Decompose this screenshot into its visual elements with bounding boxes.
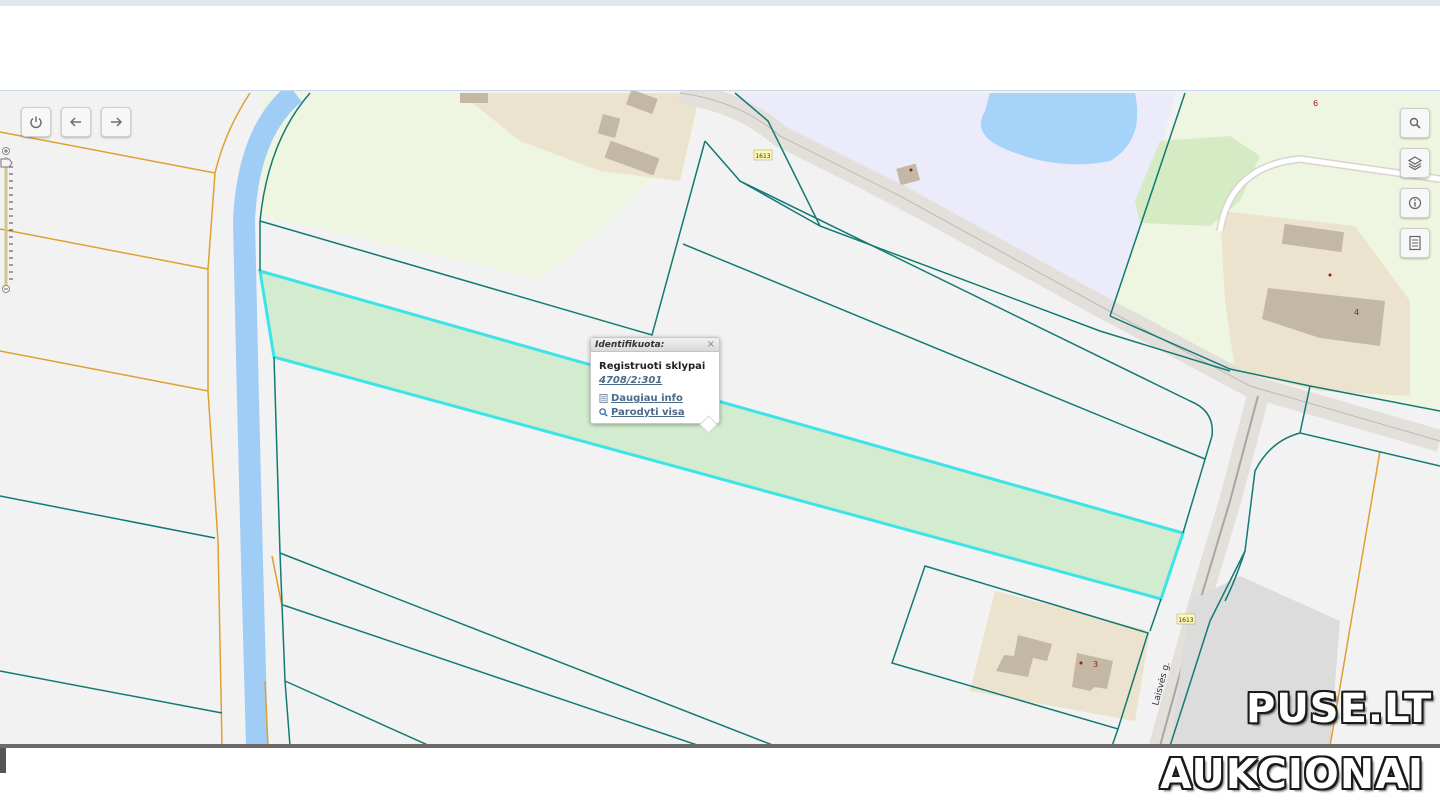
arrow-left-icon <box>70 117 81 127</box>
info-button[interactable] <box>1400 188 1430 218</box>
selected-parcel[interactable] <box>258 268 1185 601</box>
watermark-line-1: PUSE.LT <box>1246 686 1433 732</box>
zoom-handle <box>0 158 13 168</box>
search-button[interactable] <box>1400 108 1430 138</box>
zoom-slider[interactable] <box>0 147 14 293</box>
popup-title: Registruoti sklypai <box>599 361 706 372</box>
map-viewport[interactable]: 1613 1613 Laisvės g. 6 4 3 <box>0 90 1440 746</box>
info-icon <box>1408 196 1422 210</box>
address-dot <box>909 168 913 172</box>
popup-close-button[interactable]: × <box>707 339 715 351</box>
parcel-id-link[interactable]: 4708/2:301 <box>599 375 662 386</box>
forward-button[interactable] <box>101 107 131 137</box>
address-dot <box>1328 273 1332 277</box>
more-info-label: Daugiau info <box>611 393 683 404</box>
power-icon <box>30 116 42 129</box>
layers-icon <box>1407 156 1423 171</box>
address-dot <box>1079 661 1083 665</box>
map-canvas: 1613 1613 Laisvės g. 6 4 3 <box>0 91 1440 746</box>
arrow-right-icon <box>111 117 122 127</box>
page-header-area <box>0 6 1440 90</box>
road-label-1613-bottom: 1613 <box>1176 613 1196 625</box>
popup-header: Identifikuota: <box>591 338 719 352</box>
svg-text:1613: 1613 <box>1178 617 1193 624</box>
legend-icon <box>1409 235 1421 251</box>
road-label-1613-top: 1613 <box>753 149 773 161</box>
more-info-link[interactable]: Daugiau info <box>599 393 683 404</box>
magnifier-icon <box>599 408 608 417</box>
yard-area <box>970 591 1150 721</box>
document-icon <box>599 394 608 403</box>
house-number: 6 <box>1313 99 1318 108</box>
house-number: 3 <box>1093 660 1098 669</box>
search-icon <box>1409 117 1421 129</box>
svg-text:1613: 1613 <box>755 153 770 160</box>
building <box>460 93 488 103</box>
show-all-label: Parodyti visa <box>611 407 685 418</box>
show-all-link[interactable]: Parodyti visa <box>599 407 685 418</box>
house-number: 4 <box>1354 308 1359 317</box>
power-button[interactable] <box>21 107 51 137</box>
back-button[interactable] <box>61 107 91 137</box>
legend-button[interactable] <box>1400 228 1430 258</box>
layers-button[interactable] <box>1400 148 1430 178</box>
watermark-line-2: AUKCIONAI <box>1160 750 1425 798</box>
identify-popup: Identifikuota: × Registruoti sklypai 470… <box>590 337 720 434</box>
